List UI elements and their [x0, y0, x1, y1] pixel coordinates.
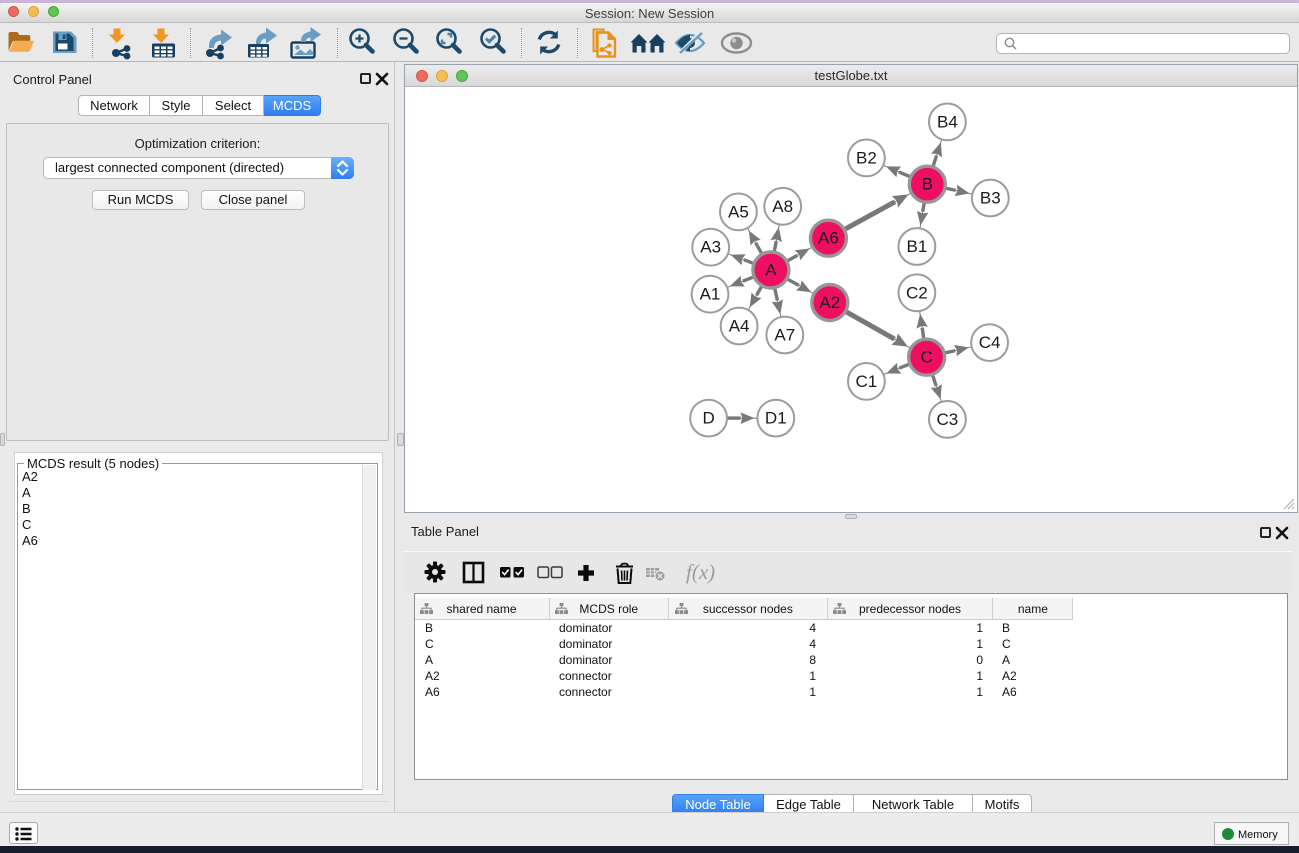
svg-text:B3: B3 — [980, 189, 1001, 208]
svg-text:B2: B2 — [856, 148, 877, 167]
svg-text:A3: A3 — [700, 238, 721, 257]
svg-text:C2: C2 — [906, 283, 928, 302]
svg-text:A1: A1 — [700, 285, 721, 304]
svg-text:A8: A8 — [772, 197, 793, 216]
svg-text:C1: C1 — [856, 372, 878, 391]
svg-text:B4: B4 — [937, 112, 958, 131]
svg-text:A4: A4 — [729, 317, 750, 336]
svg-text:B: B — [922, 175, 933, 194]
svg-text:A5: A5 — [728, 202, 749, 221]
svg-text:D1: D1 — [765, 409, 787, 428]
svg-text:A2: A2 — [819, 293, 840, 312]
svg-text:A: A — [765, 261, 777, 280]
svg-text:C4: C4 — [979, 333, 1001, 352]
svg-text:C: C — [920, 348, 932, 367]
svg-text:A7: A7 — [774, 326, 795, 345]
svg-text:B1: B1 — [907, 237, 928, 256]
svg-text:D: D — [702, 409, 714, 428]
svg-text:A6: A6 — [818, 229, 839, 248]
svg-text:C3: C3 — [937, 410, 959, 429]
